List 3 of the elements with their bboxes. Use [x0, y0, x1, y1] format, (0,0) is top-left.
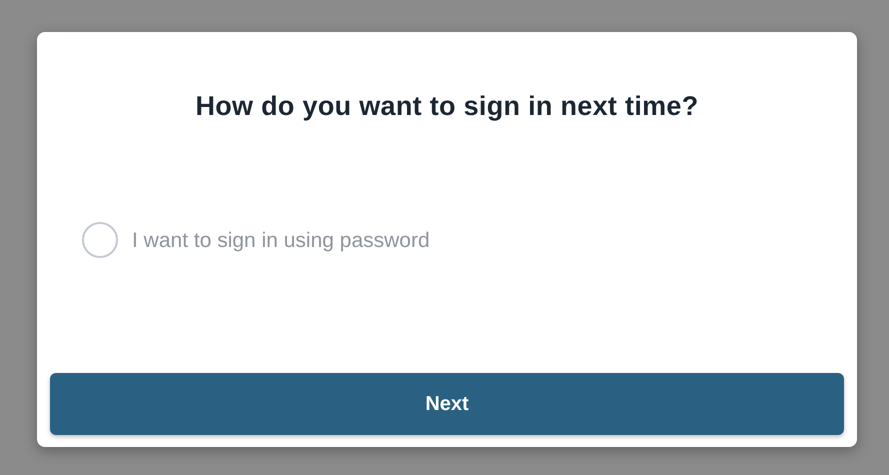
next-button[interactable]: Next	[50, 373, 844, 435]
radio-button[interactable]	[82, 222, 118, 258]
dialog-title: How do you want to sign in next time?	[194, 90, 700, 122]
